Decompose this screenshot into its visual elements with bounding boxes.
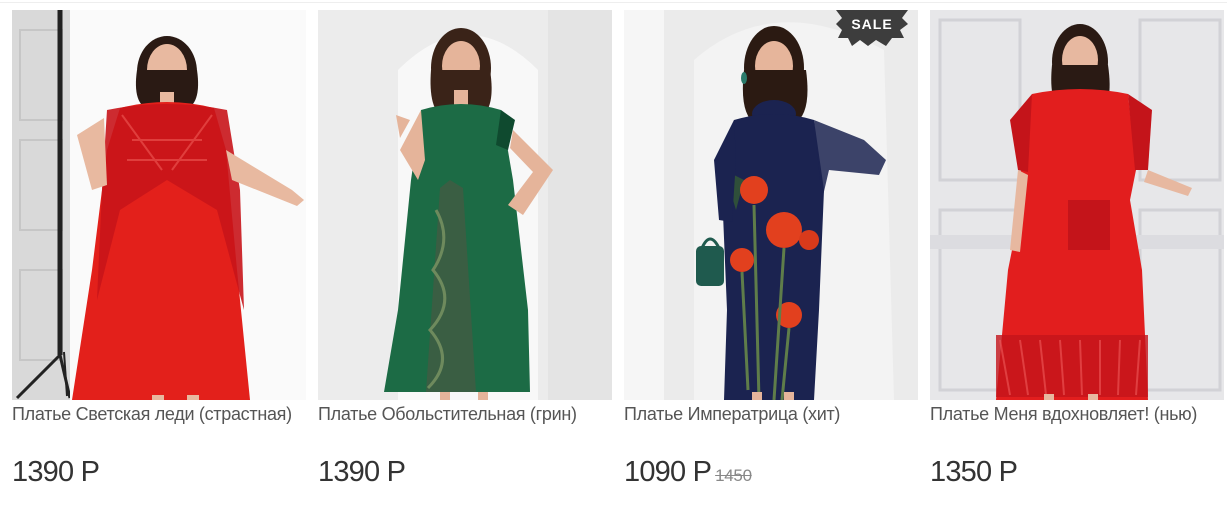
product-grid: Платье Светская леди (страстная) 1390 Р <box>12 10 1224 510</box>
product-photo[interactable] <box>318 10 612 400</box>
price-value: 1390 Р <box>12 456 100 488</box>
product-name[interactable]: Платье Обольстительная (грин) <box>318 403 612 425</box>
product-price: 1390 Р <box>12 455 100 489</box>
product-name[interactable]: Платье Меня вдохновляет! (нью) <box>930 403 1224 425</box>
product-price: 1350 Р <box>930 455 1018 489</box>
old-price: 1450 <box>715 466 752 485</box>
product-card[interactable]: Платье Обольстительная (грин) 1390 Р <box>318 10 612 505</box>
product-photo[interactable] <box>624 10 918 400</box>
sale-badge-label: SALE <box>851 16 892 32</box>
product-price: 1090 Р 1450 <box>624 455 752 493</box>
sale-badge-icon: SALE <box>836 10 908 46</box>
top-divider <box>0 2 1227 3</box>
product-price: 1390 Р <box>318 455 406 489</box>
product-photo[interactable] <box>12 10 306 400</box>
product-photo[interactable] <box>930 10 1224 400</box>
product-card[interactable]: Платье Светская леди (страстная) 1390 Р <box>12 10 306 505</box>
product-card[interactable]: Платье Меня вдохновляет! (нью) 1350 Р <box>930 10 1224 505</box>
product-name[interactable]: Платье Светская леди (страстная) <box>12 403 306 425</box>
product-name[interactable]: Платье Императрица (хит) <box>624 403 918 425</box>
price-value: 1090 Р <box>624 456 712 488</box>
product-card[interactable]: SALE Платье Императрица (хит) 1090 Р 1450 <box>624 10 918 505</box>
price-value: 1390 Р <box>318 456 406 488</box>
price-value: 1350 Р <box>930 456 1018 488</box>
